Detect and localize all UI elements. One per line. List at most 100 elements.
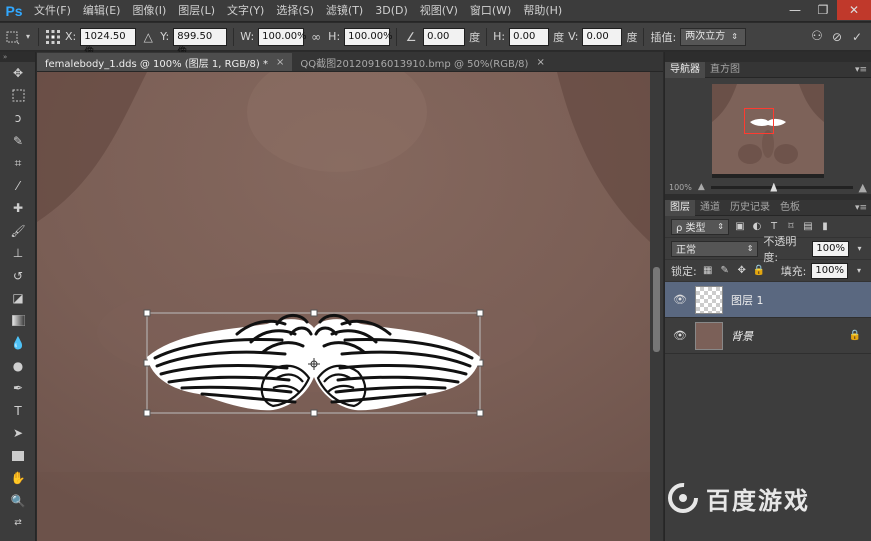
tab-histogram[interactable]: 直方图 xyxy=(705,62,745,78)
layer-name[interactable]: 图层 1 xyxy=(731,292,871,308)
navigator-view-box[interactable] xyxy=(744,108,774,134)
tab-layers[interactable]: 图层 xyxy=(665,199,695,216)
type-filter-icon[interactable]: T xyxy=(768,221,780,233)
chevron-down-icon[interactable]: ▾ xyxy=(24,29,32,45)
eraser-tool-icon[interactable]: ◪ xyxy=(0,287,36,310)
warp-mode-icon[interactable]: ⚇ xyxy=(809,29,825,45)
zoom-tool-icon[interactable]: 🔍 xyxy=(0,490,36,513)
visibility-eye-icon[interactable]: 👁 xyxy=(673,329,687,342)
adjustment-filter-icon[interactable]: ◐ xyxy=(751,221,763,233)
y-label: Y: xyxy=(160,30,170,43)
doc-tab-qq-screenshot[interactable]: QQ截图20120916013910.bmp @ 50%(RGB/8) × xyxy=(292,53,553,71)
visibility-eye-icon[interactable]: 👁 xyxy=(673,293,687,306)
menu-view[interactable]: 视图(V) xyxy=(414,0,464,22)
hand-tool-icon[interactable]: ✋ xyxy=(0,467,36,490)
lock-all-icon[interactable]: 🔒 xyxy=(753,265,765,277)
menu-type[interactable]: 文字(Y) xyxy=(221,0,270,22)
path-selection-tool-icon[interactable]: ➤ xyxy=(0,422,36,445)
filter-toggle-icon[interactable]: ▮ xyxy=(819,221,831,233)
height-label: H: xyxy=(328,30,341,43)
zoom-in-icon[interactable]: ▲ xyxy=(859,181,867,194)
tab-navigator[interactable]: 导航器 xyxy=(665,61,705,78)
panel-menu-icon[interactable]: ▾≡ xyxy=(855,62,867,78)
commit-transform-icon[interactable]: ✓ xyxy=(849,29,865,45)
cancel-transform-icon[interactable]: ⊘ xyxy=(829,29,845,45)
move-tool-icon[interactable]: ✥ xyxy=(0,62,36,85)
interpolation-select[interactable]: 两次立方 ⇕ xyxy=(680,27,747,46)
menu-help[interactable]: 帮助(H) xyxy=(517,0,568,22)
reference-point-icon[interactable] xyxy=(45,29,61,45)
width-input[interactable]: 100.00% xyxy=(258,27,307,46)
pixel-filter-icon[interactable]: ▣ xyxy=(734,221,746,233)
restore-button[interactable]: ❐ xyxy=(809,0,837,20)
document-canvas[interactable] xyxy=(37,72,650,541)
transform-tool-icon[interactable] xyxy=(4,29,20,45)
y-position-input[interactable]: 899.50 像 xyxy=(173,27,228,58)
menu-image[interactable]: 图像(I) xyxy=(126,0,172,22)
type-tool-icon[interactable]: T xyxy=(0,400,36,423)
horizontal-skew-input[interactable]: 0.00 xyxy=(509,27,550,46)
doc-tab-femalebody[interactable]: femalebody_1.dds @ 100% (图层 1, RGB/8) * … xyxy=(37,53,293,71)
history-brush-tool-icon[interactable]: ↺ xyxy=(0,265,36,288)
zoom-slider-knob[interactable] xyxy=(770,182,778,192)
clone-stamp-tool-icon[interactable]: ⊥ xyxy=(0,242,36,265)
tab-swatches[interactable]: 色板 xyxy=(775,200,805,216)
navigator-zoom-value[interactable]: 100% xyxy=(669,183,692,192)
quick-selection-tool-icon[interactable]: ✎ xyxy=(0,130,36,153)
swap-colors-icon[interactable]: ⇄ xyxy=(0,512,36,535)
healing-brush-tool-icon[interactable]: ✚ xyxy=(0,197,36,220)
tools-panel-grip[interactable]: » xyxy=(0,52,35,62)
lock-transparent-icon[interactable]: ▦ xyxy=(702,265,714,277)
close-icon[interactable]: × xyxy=(276,57,284,68)
smart-object-filter-icon[interactable]: ▤ xyxy=(802,221,814,233)
menu-filter[interactable]: 滤镜(T) xyxy=(320,0,369,22)
marquee-tool-icon[interactable] xyxy=(0,85,36,108)
menu-layer[interactable]: 图层(L) xyxy=(172,0,221,22)
menu-3d[interactable]: 3D(D) xyxy=(369,0,414,22)
brush-tool-icon[interactable]: 🖌 xyxy=(0,220,36,243)
shape-filter-icon[interactable]: ⌑ xyxy=(785,221,797,233)
panel-grip[interactable] xyxy=(665,52,871,62)
tab-history[interactable]: 历史记录 xyxy=(725,200,775,216)
navigator-preview[interactable] xyxy=(712,84,824,178)
lock-image-icon[interactable]: ✎ xyxy=(719,265,731,277)
lock-position-icon[interactable]: ✥ xyxy=(736,265,748,277)
menu-select[interactable]: 选择(S) xyxy=(270,0,320,22)
rectangle-tool-icon[interactable] xyxy=(0,445,36,468)
dodge-tool-icon[interactable]: ● xyxy=(0,355,36,378)
rotate-angle-input[interactable]: 0.00 xyxy=(423,27,466,46)
delta-icon[interactable]: △ xyxy=(140,29,156,45)
chevron-down-icon[interactable]: ▾ xyxy=(853,265,865,277)
layer-row-background[interactable]: 👁 背景 🔒 xyxy=(665,318,871,354)
layer-name[interactable]: 背景 xyxy=(731,328,841,344)
layer-row-layer1[interactable]: 👁 图层 1 xyxy=(665,282,871,318)
gradient-tool-icon[interactable] xyxy=(0,310,36,333)
panel-menu-icon[interactable]: ▾≡ xyxy=(855,200,867,216)
x-position-input[interactable]: 1024.50 像 xyxy=(80,27,137,58)
chevron-down-icon[interactable]: ▾ xyxy=(854,243,865,255)
pen-tool-icon[interactable]: ✒ xyxy=(0,377,36,400)
scrollbar-thumb[interactable] xyxy=(653,267,660,352)
zoom-out-icon[interactable]: ▲ xyxy=(698,182,705,192)
link-icon[interactable]: ∞ xyxy=(308,29,324,45)
blur-tool-icon[interactable]: 💧 xyxy=(0,332,36,355)
menu-file[interactable]: 文件(F) xyxy=(28,0,77,22)
minimize-button[interactable]: — xyxy=(781,0,809,20)
layer-filter-select[interactable]: ρ 类型 ⇕ xyxy=(671,218,729,235)
height-input[interactable]: 100.00% xyxy=(344,27,393,46)
opacity-input[interactable]: 100% xyxy=(812,240,849,257)
zoom-slider[interactable] xyxy=(710,182,853,192)
crop-tool-icon[interactable]: ⌗ xyxy=(0,152,36,175)
menu-window[interactable]: 窗口(W) xyxy=(464,0,517,22)
canvas-vertical-scrollbar[interactable] xyxy=(650,72,663,541)
baidu-games-watermark: 百度游戏 xyxy=(666,480,810,516)
close-button[interactable]: ✕ xyxy=(837,0,871,20)
close-icon[interactable]: × xyxy=(536,57,544,68)
blend-mode-select[interactable]: 正常 ⇕ xyxy=(671,240,759,257)
fill-input[interactable]: 100% xyxy=(811,262,848,279)
lasso-tool-icon[interactable]: ↄ xyxy=(0,107,36,130)
eyedropper-tool-icon[interactable]: ⁄ xyxy=(0,175,36,198)
menu-edit[interactable]: 编辑(E) xyxy=(77,0,127,22)
tab-channels[interactable]: 通道 xyxy=(695,200,725,216)
vertical-skew-input[interactable]: 0.00 xyxy=(582,27,623,46)
